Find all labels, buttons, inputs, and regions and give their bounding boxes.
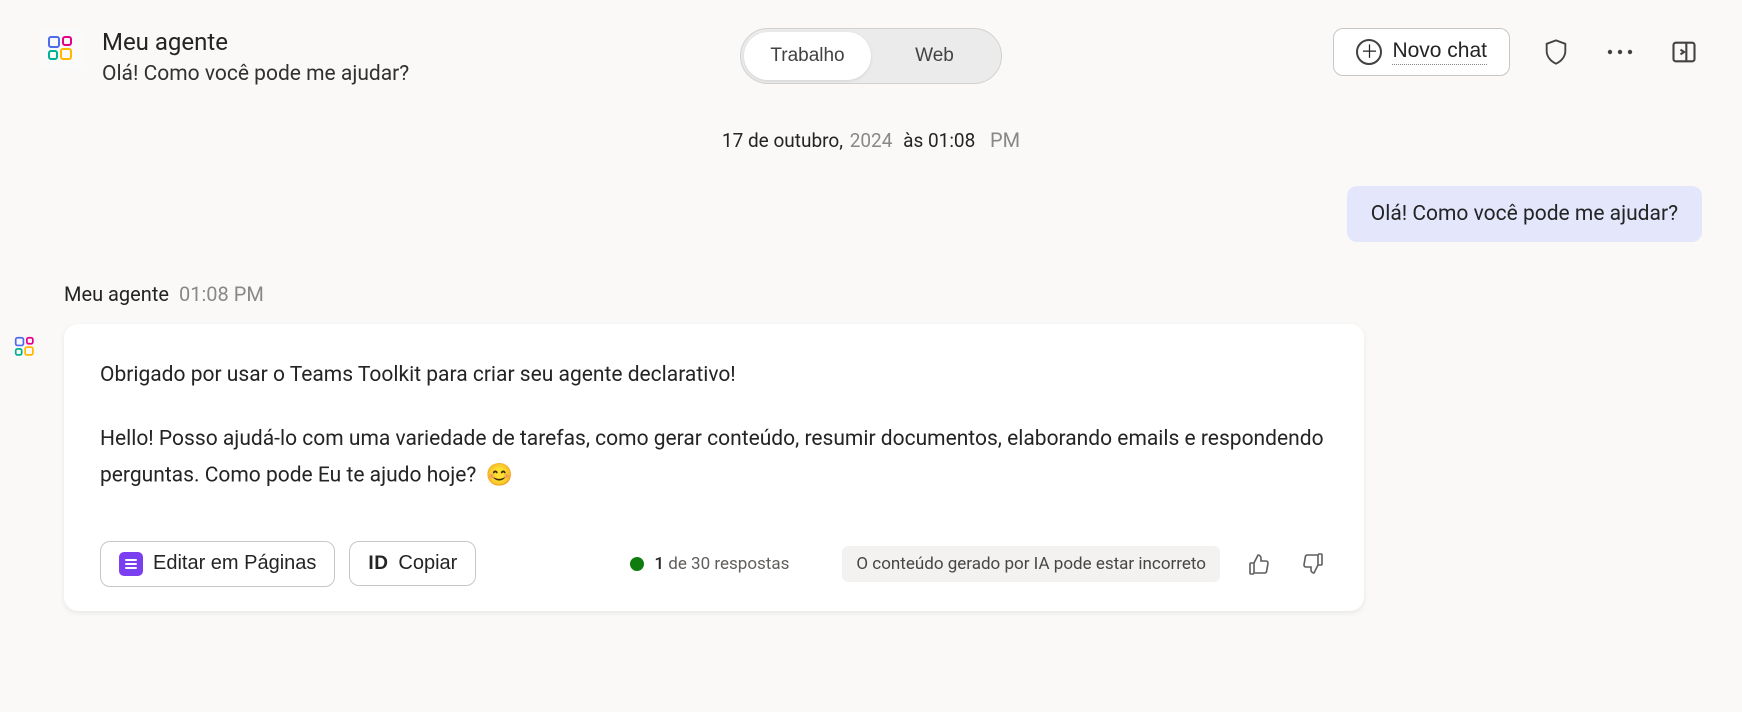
message-footer: Editar em Páginas ID Copiar 1 de 30 resp… bbox=[100, 541, 1328, 587]
thumb-up-icon bbox=[1247, 552, 1271, 576]
header: Meu agente Olá! Como você pode me ajudar… bbox=[0, 0, 1742, 86]
shield-icon[interactable] bbox=[1538, 34, 1574, 70]
toggle-web[interactable]: Web bbox=[871, 32, 998, 80]
timestamp-year: 2024 bbox=[850, 129, 893, 152]
response-count: 1 de 30 respostas bbox=[654, 554, 789, 574]
agent-message-p2-text: Hello! Posso ajudá-lo com uma variedade … bbox=[100, 427, 1324, 488]
edit-in-pages-button[interactable]: Editar em Páginas bbox=[100, 541, 335, 587]
toggle-work[interactable]: Trabalho bbox=[744, 32, 871, 80]
panel-toggle-icon[interactable] bbox=[1666, 34, 1702, 70]
new-chat-label: Novo chat bbox=[1392, 39, 1487, 65]
copilot-icon bbox=[47, 35, 75, 63]
copy-label: Copiar bbox=[398, 552, 457, 575]
agent-meta-name: Meu agente bbox=[64, 282, 169, 306]
edit-in-pages-label: Editar em Páginas bbox=[153, 552, 316, 575]
copy-id-prefix: ID bbox=[368, 553, 388, 575]
header-actions: ＋ Novo chat bbox=[1333, 28, 1702, 76]
agent-message-row: Obrigado por usar o Teams Toolkit para c… bbox=[0, 324, 1742, 611]
status-dot-icon bbox=[630, 557, 644, 571]
timestamp-time: às 01:08 bbox=[903, 129, 975, 152]
agent-subtitle: Olá! Como você pode me ajudar? bbox=[102, 62, 409, 86]
response-status: 1 de 30 respostas bbox=[630, 554, 789, 574]
response-count-current: 1 bbox=[654, 554, 664, 574]
pages-icon bbox=[119, 552, 143, 576]
agent-title: Meu agente bbox=[102, 28, 409, 56]
user-message-bubble: Olá! Como você pode me ajudar? bbox=[1347, 186, 1702, 242]
agent-message-meta: Meu agente 01:08 PM bbox=[0, 282, 1742, 306]
thumb-up-button[interactable] bbox=[1244, 549, 1274, 579]
agent-meta-time: 01:08 PM bbox=[179, 282, 264, 306]
timestamp-day: 17 de outubro, bbox=[722, 129, 843, 152]
thumb-down-icon bbox=[1301, 552, 1325, 576]
more-icon[interactable] bbox=[1602, 34, 1638, 70]
conversation-timestamp: 17 de outubro, 2024 às 01:08 PM bbox=[0, 128, 1742, 152]
agent-message-p1: Obrigado por usar o Teams Toolkit para c… bbox=[100, 358, 1328, 394]
user-message-row: Olá! Como você pode me ajudar? bbox=[0, 186, 1742, 242]
copilot-small-icon bbox=[14, 336, 38, 360]
copy-button[interactable]: ID Copiar bbox=[349, 541, 476, 586]
plus-icon: ＋ bbox=[1356, 39, 1382, 65]
response-count-total: de 30 respostas bbox=[668, 554, 789, 574]
agent-info: Meu agente Olá! Como você pode me ajudar… bbox=[102, 28, 409, 86]
agent-message-p2: Hello! Posso ajudá-lo com uma variedade … bbox=[100, 422, 1328, 495]
agent-logo bbox=[40, 28, 82, 70]
agent-message-card: Obrigado por usar o Teams Toolkit para c… bbox=[64, 324, 1364, 611]
ai-disclaimer: O conteúdo gerado por IA pode estar inco… bbox=[842, 546, 1220, 582]
thumb-down-button[interactable] bbox=[1298, 549, 1328, 579]
timestamp-ampm: PM bbox=[990, 128, 1020, 152]
new-chat-button[interactable]: ＋ Novo chat bbox=[1333, 28, 1510, 76]
smile-emoji-icon: 😊 bbox=[486, 463, 513, 488]
agent-avatar bbox=[10, 332, 42, 364]
mode-toggle: Trabalho Web bbox=[740, 28, 1002, 84]
